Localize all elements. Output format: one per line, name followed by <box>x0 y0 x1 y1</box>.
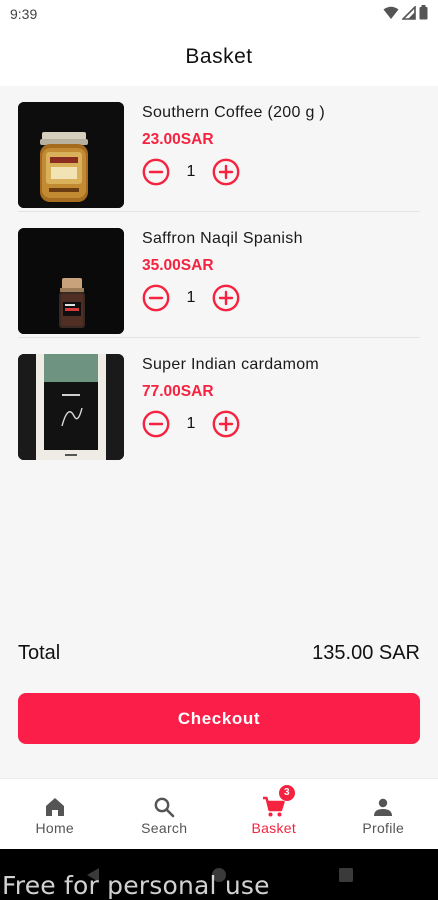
decrement-button[interactable] <box>142 158 170 186</box>
increment-button[interactable] <box>212 158 240 186</box>
product-image-coffee-jar[interactable] <box>18 102 124 208</box>
home-icon <box>45 798 64 816</box>
nav-label: Basket <box>251 820 297 836</box>
quantity-stepper: 1 <box>142 158 240 186</box>
product-image-cardamom-bag[interactable] <box>18 354 124 460</box>
product-price: 77.00SAR <box>142 383 214 400</box>
status-time: 9:39 <box>10 6 38 22</box>
quantity-value: 1 <box>186 163 196 180</box>
quantity-stepper: 1 <box>142 410 240 438</box>
product-price: 23.00SAR <box>142 131 214 148</box>
increment-button[interactable] <box>212 284 240 312</box>
nav-label: Profile <box>362 820 405 836</box>
nav-label: Search <box>141 820 188 836</box>
quantity-value: 1 <box>186 415 196 432</box>
bottom-nav: Home Search 3 Basket Profile <box>0 778 438 849</box>
page-title: Basket <box>185 45 253 68</box>
product-price: 35.00SAR <box>142 257 214 274</box>
cart-item: Super Indian cardamom 77.00SAR 1 <box>0 338 438 464</box>
app-header: Basket <box>0 28 438 86</box>
quantity-stepper: 1 <box>142 284 240 312</box>
cardamom-bag-image <box>18 354 124 460</box>
cart-item: Southern Coffee (200 g ) 23.00SAR 1 <box>0 86 438 212</box>
person-icon <box>374 798 393 816</box>
total-label: Total <box>18 642 61 664</box>
signal-icon <box>402 5 416 20</box>
product-name: Super Indian cardamom <box>142 356 320 373</box>
battery-icon <box>419 5 428 20</box>
total-row: Total 135.00 SAR <box>18 642 420 668</box>
product-name: Southern Coffee (200 g ) <box>142 104 326 121</box>
nav-item-profile[interactable]: Profile <box>329 779 438 849</box>
search-icon <box>154 797 175 818</box>
checkout-button[interactable]: Checkout <box>18 693 420 744</box>
nav-item-basket[interactable]: 3 Basket <box>219 779 329 849</box>
saffron-jar-image <box>18 228 124 334</box>
wifi-icon <box>383 6 399 19</box>
status-bar: 9:39 <box>0 0 438 28</box>
increment-button[interactable] <box>212 410 240 438</box>
nav-label: Home <box>35 820 75 836</box>
nav-item-search[interactable]: Search <box>110 779 220 849</box>
product-name: Saffron Naqil Spanish <box>142 230 303 247</box>
total-value: 135.00 SAR <box>312 642 420 664</box>
basket-count-badge: 3 <box>278 785 295 801</box>
recents-icon[interactable] <box>338 867 354 883</box>
watermark-text: Free for personal use <box>2 871 270 900</box>
nav-item-home[interactable]: Home <box>0 779 110 849</box>
decrement-button[interactable] <box>142 410 170 438</box>
product-image-saffron-jar[interactable] <box>18 228 124 334</box>
cart-item: Saffron Naqil Spanish 35.00SAR 1 <box>0 212 438 338</box>
quantity-value: 1 <box>186 289 196 306</box>
coffee-jar-image <box>18 102 124 208</box>
decrement-button[interactable] <box>142 284 170 312</box>
status-icons <box>383 5 428 20</box>
